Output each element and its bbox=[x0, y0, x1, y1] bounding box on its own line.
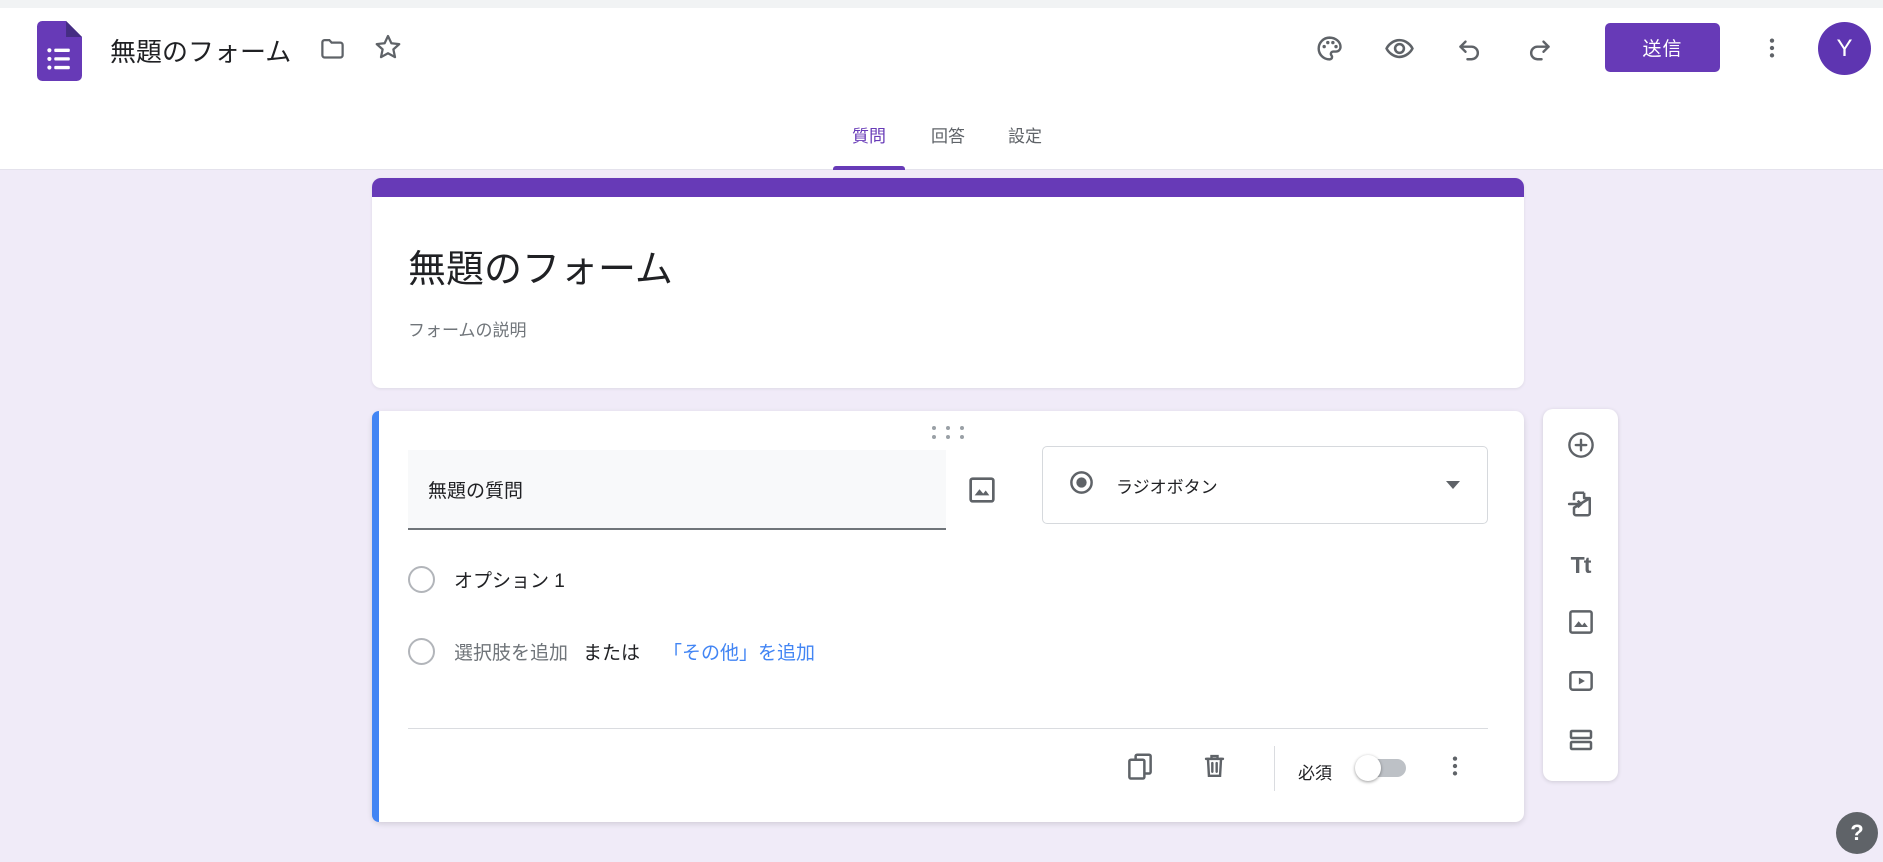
or-text: または bbox=[583, 638, 640, 665]
question-type-label: ラジオボタン bbox=[1116, 473, 1218, 498]
add-other-option-link[interactable]: 「その他」を追加 bbox=[663, 638, 815, 665]
kebab-menu-icon bbox=[1442, 753, 1468, 784]
duplicate-question-button[interactable] bbox=[1116, 744, 1164, 792]
add-image-button[interactable] bbox=[1561, 604, 1601, 644]
trash-icon bbox=[1200, 751, 1229, 785]
image-icon bbox=[966, 474, 998, 506]
option-radio[interactable] bbox=[408, 566, 435, 593]
app-header: 無題のフォーム bbox=[0, 0, 1883, 170]
add-section-button[interactable] bbox=[1561, 722, 1601, 762]
question-title-input[interactable] bbox=[408, 450, 946, 530]
import-questions-button[interactable] bbox=[1561, 487, 1601, 527]
option-label[interactable]: オプション 1 bbox=[454, 566, 565, 593]
undo-button[interactable] bbox=[1445, 24, 1493, 72]
add-title-description-button[interactable]: Tt bbox=[1561, 546, 1601, 586]
form-title-card: 無題のフォーム フォームの説明 bbox=[372, 178, 1524, 388]
required-toggle[interactable] bbox=[1360, 759, 1406, 777]
google-forms-editor: 無題のフォーム bbox=[0, 0, 1883, 862]
import-questions-icon bbox=[1566, 489, 1596, 524]
forms-logo-icon[interactable] bbox=[37, 21, 82, 81]
selected-question-accent bbox=[372, 411, 379, 822]
delete-question-button[interactable] bbox=[1190, 744, 1238, 792]
chevron-down-icon bbox=[1446, 481, 1460, 489]
browser-edge-strip bbox=[0, 0, 1883, 8]
star-icon bbox=[373, 32, 403, 62]
active-tab-indicator bbox=[833, 166, 905, 170]
drag-dots-row bbox=[932, 435, 964, 439]
add-section-icon bbox=[1566, 725, 1596, 760]
toggle-thumb bbox=[1355, 755, 1381, 781]
add-question-button[interactable] bbox=[1561, 428, 1601, 468]
footer-divider bbox=[408, 728, 1488, 729]
tab-questions[interactable]: 質問 bbox=[829, 120, 909, 166]
card-accent-bar bbox=[372, 178, 1524, 197]
redo-icon bbox=[1525, 34, 1554, 63]
duplicate-icon bbox=[1125, 751, 1155, 786]
star-button[interactable] bbox=[364, 23, 412, 71]
tab-settings[interactable]: 設定 bbox=[985, 120, 1065, 166]
palette-icon bbox=[1315, 34, 1344, 63]
customize-theme-button[interactable] bbox=[1305, 24, 1353, 72]
kebab-menu-icon bbox=[1759, 35, 1785, 61]
option-radio bbox=[408, 638, 435, 665]
add-title-icon: Tt bbox=[1571, 552, 1591, 579]
account-avatar[interactable]: Y bbox=[1818, 22, 1871, 75]
add-video-button[interactable] bbox=[1561, 663, 1601, 703]
required-label: 必須 bbox=[1298, 759, 1332, 784]
add-option-button[interactable]: 選択肢を追加 bbox=[454, 638, 568, 665]
more-options-button[interactable] bbox=[1748, 24, 1796, 72]
radio-button-icon bbox=[1068, 469, 1095, 501]
redo-button[interactable] bbox=[1515, 24, 1563, 72]
add-question-icon bbox=[1566, 430, 1596, 465]
option-row: オプション 1 bbox=[408, 565, 565, 593]
preview-button[interactable] bbox=[1375, 24, 1423, 72]
drag-handle-icon[interactable] bbox=[928, 422, 968, 443]
folder-icon bbox=[319, 35, 346, 62]
question-card: ラジオボタン オプション 1 選択肢を追加 または 「その他」を追加 bbox=[372, 411, 1524, 822]
question-type-dropdown[interactable]: ラジオボタン bbox=[1042, 446, 1488, 524]
add-image-icon bbox=[1566, 607, 1596, 642]
drag-dots-row bbox=[932, 426, 964, 430]
form-description-input[interactable]: フォームの説明 bbox=[408, 316, 527, 341]
side-toolbar: Tt bbox=[1543, 409, 1618, 781]
undo-icon bbox=[1455, 34, 1484, 63]
preview-eye-icon bbox=[1384, 33, 1415, 64]
document-title[interactable]: 無題のフォーム bbox=[110, 32, 291, 69]
send-button[interactable]: 送信 bbox=[1605, 23, 1720, 72]
add-question-image-button[interactable] bbox=[958, 466, 1006, 514]
question-more-options-button[interactable] bbox=[1431, 744, 1479, 792]
form-title-input[interactable]: 無題のフォーム bbox=[408, 238, 673, 293]
tab-responses[interactable]: 回答 bbox=[908, 120, 988, 166]
footer-separator bbox=[1274, 746, 1275, 791]
help-button[interactable]: ? bbox=[1836, 812, 1878, 854]
add-video-icon bbox=[1566, 666, 1596, 701]
add-option-row: 選択肢を追加 または 「その他」を追加 bbox=[408, 637, 815, 665]
move-to-folder-button[interactable] bbox=[308, 24, 356, 72]
